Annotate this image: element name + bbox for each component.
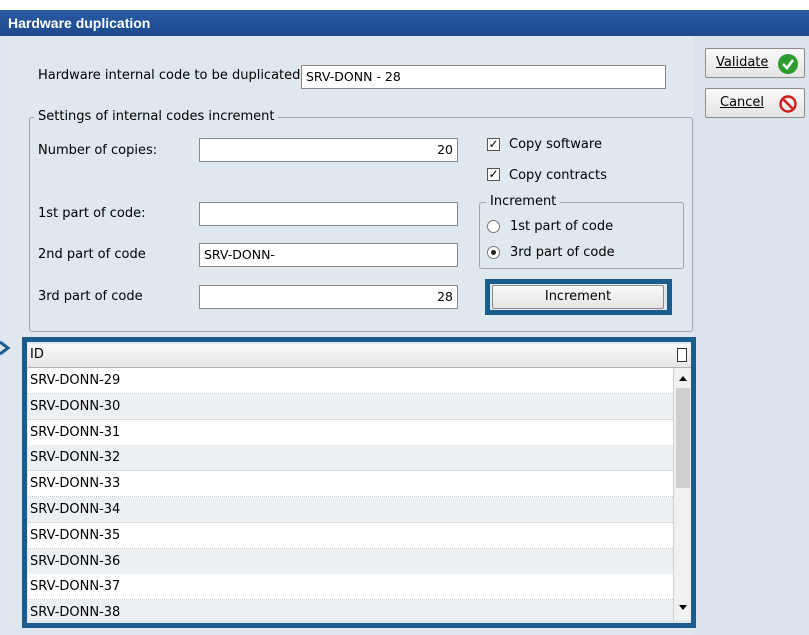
increment-group-title: Increment	[486, 194, 561, 209]
column-chooser-icon[interactable]	[677, 348, 687, 362]
scroll-down-icon[interactable]	[679, 605, 687, 610]
grid-header-id[interactable]: ID	[28, 344, 691, 368]
increment-button[interactable]: Increment	[492, 285, 664, 309]
red-no-icon	[778, 94, 798, 114]
copy-software-label: Copy software	[509, 137, 602, 152]
table-row[interactable]: SRV-DONN-32	[28, 445, 673, 472]
table-row[interactable]: SRV-DONN-30	[28, 393, 673, 420]
part1-field[interactable]	[199, 202, 458, 226]
table-row[interactable]: SRV-DONN-36	[28, 548, 673, 575]
action-panel	[693, 36, 809, 635]
copy-software-checkbox[interactable]: ✓	[487, 138, 500, 151]
table-row[interactable]: SRV-DONN-34	[28, 497, 673, 523]
radio-1st-part[interactable]	[487, 220, 500, 233]
window-title: Hardware duplication	[0, 10, 809, 36]
scroll-thumb[interactable]	[676, 388, 690, 488]
settings-group-title: Settings of internal codes increment	[34, 109, 279, 124]
green-check-icon	[778, 54, 798, 74]
table-row[interactable]: SRV-DONN-38	[28, 600, 673, 620]
validate-label: Validate	[716, 55, 769, 70]
part2-label: 2nd part of code	[38, 247, 146, 262]
table-row[interactable]: SRV-DONN-29	[28, 368, 673, 394]
radio-3rd-part[interactable]	[487, 246, 500, 259]
part1-label: 1st part of code:	[38, 206, 146, 221]
table-row[interactable]: SRV-DONN-33	[28, 471, 673, 498]
id-grid: ID SRV-DONN-29 SRV-DONN-30 SRV-DONN-31 SRV-…	[28, 344, 691, 620]
cancel-button[interactable]: Cancel	[705, 88, 805, 118]
part3-field[interactable]: 28	[199, 285, 458, 309]
pointer-arrow-icon	[0, 340, 11, 356]
part2-field[interactable]: SRV-DONN-	[199, 243, 458, 267]
source-code-field[interactable]: SRV-DONN - 28	[301, 65, 666, 89]
table-row[interactable]: SRV-DONN-31	[28, 419, 673, 446]
table-row[interactable]: SRV-DONN-37	[28, 574, 673, 601]
scroll-up-icon[interactable]	[679, 376, 687, 381]
top-strip	[0, 0, 809, 10]
part3-label: 3rd part of code	[38, 289, 143, 304]
copy-contracts-checkbox[interactable]: ✓	[487, 168, 500, 181]
table-row[interactable]: SRV-DONN-35	[28, 522, 673, 549]
copy-contracts-label: Copy contracts	[509, 168, 607, 183]
vertical-scrollbar[interactable]	[673, 368, 691, 620]
validate-button[interactable]: Validate	[705, 48, 805, 78]
cancel-label: Cancel	[720, 95, 765, 110]
copies-field[interactable]: 20	[199, 138, 458, 162]
radio-1st-part-label: 1st part of code	[510, 219, 614, 234]
radio-3rd-part-label: 3rd part of code	[510, 245, 615, 260]
source-code-label: Hardware internal code to be duplicated:	[38, 68, 305, 83]
copies-label: Number of copies:	[38, 143, 158, 158]
